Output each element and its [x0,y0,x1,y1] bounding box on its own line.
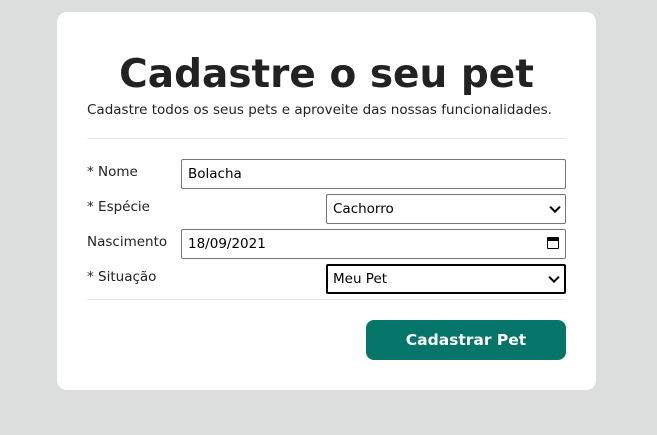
chevron-down-icon [548,271,560,284]
situacao-select[interactable]: Meu Pet [326,264,566,294]
especie-label: * Espécie [87,199,150,215]
nascimento-value: 18/09/2021 [188,236,266,252]
bottom-divider [87,299,566,300]
submit-pet-button[interactable]: Cadastrar Pet [366,320,566,360]
register-pet-card: Cadastre o seu pet Cadastre todos os seu… [57,12,596,390]
calendar-icon[interactable] [547,237,559,249]
nascimento-label: Nascimento [87,234,168,250]
situacao-value: Meu Pet [333,271,388,287]
especie-select[interactable]: Cachorro [326,194,566,224]
nome-value: Bolacha [188,166,242,182]
chevron-down-icon [549,201,561,214]
especie-value: Cachorro [333,201,394,217]
page-title: Cadastre o seu pet [119,52,534,97]
nome-input[interactable]: Bolacha [181,159,566,189]
situacao-label: * Situação [87,269,157,285]
nome-label: * Nome [87,164,138,180]
top-divider [87,138,566,139]
nascimento-date-input[interactable]: 18/09/2021 [181,229,566,259]
page-subtitle: Cadastre todos os seus pets e aproveite … [87,102,552,118]
